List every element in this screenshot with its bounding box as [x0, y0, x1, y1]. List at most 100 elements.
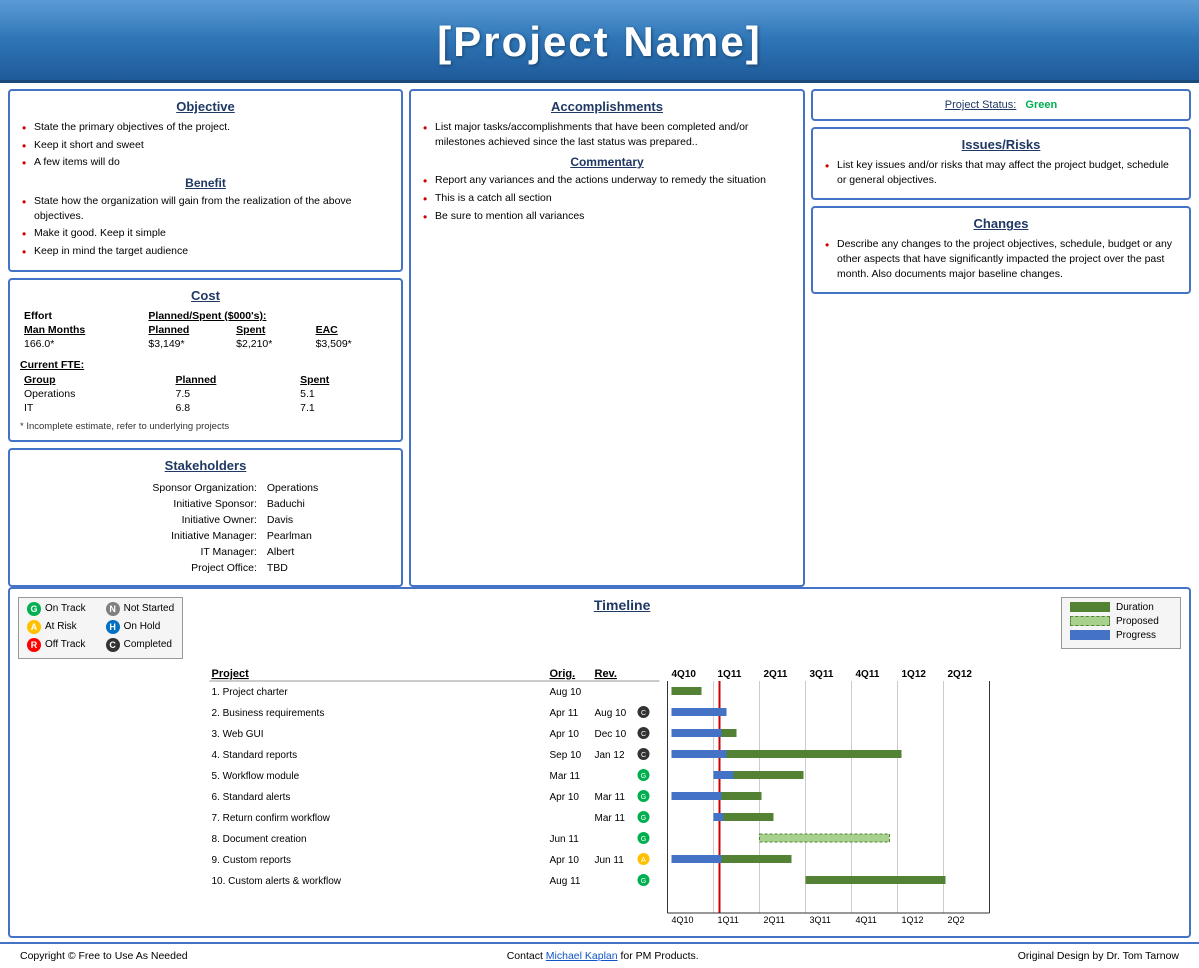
svg-text:9. Custom reports: 9. Custom reports: [212, 855, 291, 866]
footer-contact: Contact Michael Kaplan for PM Products.: [507, 950, 699, 962]
svg-text:2Q11: 2Q11: [764, 669, 788, 680]
svg-text:4. Standard reports: 4. Standard reports: [212, 750, 298, 761]
svg-text:2Q12: 2Q12: [948, 669, 973, 680]
benefit-item-1: State how the organization will gain fro…: [20, 194, 391, 223]
legend-at-risk-label: At Risk: [45, 621, 77, 632]
svg-text:Orig.: Orig.: [550, 668, 576, 680]
sh-value-4: Albert: [263, 545, 389, 559]
proposed-label: Proposed: [1116, 616, 1159, 627]
svg-text:C: C: [641, 731, 646, 738]
sh-label-4: IT Manager:: [22, 545, 261, 559]
svg-text:4Q11: 4Q11: [856, 669, 880, 680]
objective-item-3: A few items will do: [20, 155, 391, 170]
svg-text:C: C: [641, 710, 646, 717]
svg-text:6. Standard alerts: 6. Standard alerts: [212, 792, 291, 803]
svg-text:Mar 11: Mar 11: [595, 792, 626, 803]
page-title: [Project Name]: [0, 18, 1199, 66]
legend-not-started-circle: N: [106, 602, 120, 616]
cost-title: Cost: [20, 288, 391, 303]
svg-text:Apr 11: Apr 11: [550, 708, 579, 719]
page-footer: Copyright © Free to Use As Needed Contac…: [0, 942, 1199, 968]
svg-text:G: G: [641, 794, 646, 801]
cost-footnote: * Incomplete estimate, refer to underlyi…: [20, 421, 391, 432]
progress-label: Progress: [1116, 630, 1156, 641]
objective-list: State the primary objectives of the proj…: [20, 120, 391, 170]
legend-at-risk: A At Risk: [27, 620, 96, 634]
stakeholders-card: Stakeholders Sponsor Organization: Opera…: [8, 448, 403, 587]
left-column: Objective State the primary objectives o…: [8, 89, 403, 587]
svg-text:4Q10: 4Q10: [672, 915, 694, 925]
svg-text:7. Return confirm workflow: 7. Return confirm workflow: [212, 813, 331, 824]
legend-progress-row: Progress: [1070, 630, 1172, 641]
commentary-item-2: This is a catch all section: [421, 191, 793, 206]
fte-row1-planned: 7.5: [172, 387, 297, 401]
timeline-title: Timeline: [183, 597, 1061, 613]
benefit-item-3: Keep in mind the target audience: [20, 244, 391, 259]
footer-design-credit: Original Design by Dr. Tom Tarnow: [1018, 950, 1179, 962]
svg-text:2. Business requirements: 2. Business requirements: [212, 708, 325, 719]
legend-off-track-circle: R: [27, 638, 41, 652]
page-header: [Project Name]: [0, 0, 1199, 83]
row-eac: $3,509*: [312, 337, 391, 351]
gantt-svg: Project Orig. Rev. 4Q10 1Q11 2Q11 3Q11 4…: [18, 665, 1181, 925]
stakeholders-title: Stakeholders: [20, 458, 391, 473]
svg-text:C: C: [641, 752, 646, 759]
accomplishments-commentary-card: Accomplishments List major tasks/accompl…: [409, 89, 805, 587]
legend-at-risk-circle: A: [27, 620, 41, 634]
legend-off-track-label: Off Track: [45, 639, 85, 650]
timeline-header: G On Track N Not Started A At Risk H On …: [18, 597, 1181, 659]
timeline-legend-left: G On Track N Not Started A At Risk H On …: [18, 597, 183, 659]
fte-col-group: Group: [20, 373, 172, 387]
timeline-legend-right: Duration Proposed Progress: [1061, 597, 1181, 649]
commentary-list: Report any variances and the actions und…: [421, 173, 793, 223]
svg-text:G: G: [641, 878, 646, 885]
sh-label-2: Initiative Owner:: [22, 513, 261, 527]
legend-completed: C Completed: [106, 638, 175, 652]
svg-text:Rev.: Rev.: [595, 668, 617, 680]
svg-text:3. Web GUI: 3. Web GUI: [212, 729, 264, 740]
legend-off-track: R Off Track: [27, 638, 96, 652]
legend-on-hold-circle: H: [106, 620, 120, 634]
benefit-list: State how the organization will gain fro…: [20, 194, 391, 259]
project-status-label: Project Status:: [945, 99, 1017, 111]
issues-risks-card: Issues/Risks List key issues and/or risk…: [811, 127, 1191, 200]
legend-on-track-circle: G: [27, 602, 41, 616]
sh-value-2: Davis: [263, 513, 389, 527]
table-row: Project Office: TBD: [22, 561, 389, 575]
svg-text:Aug 10: Aug 10: [550, 687, 582, 698]
sh-label-0: Sponsor Organization:: [22, 481, 261, 495]
svg-text:1Q12: 1Q12: [902, 915, 924, 925]
legend-on-hold: H On Hold: [106, 620, 175, 634]
fte-row2-planned: 6.8: [172, 401, 297, 415]
svg-text:4Q10: 4Q10: [672, 669, 697, 680]
table-row: Initiative Owner: Davis: [22, 513, 389, 527]
svg-text:1. Project charter: 1. Project charter: [212, 687, 289, 698]
svg-text:Jun 11: Jun 11: [550, 834, 580, 845]
svg-text:Aug 10: Aug 10: [595, 708, 627, 719]
footer-contact-suffix: for PM Products.: [618, 950, 699, 962]
cost-card: Cost Effort Planned/Spent ($000's): Man …: [8, 278, 403, 442]
svg-text:3Q11: 3Q11: [810, 669, 834, 680]
commentary-item-3: Be sure to mention all variances: [421, 209, 793, 224]
svg-text:Mar 11: Mar 11: [595, 813, 626, 824]
footer-contact-link[interactable]: Michael Kaplan: [546, 950, 618, 962]
sh-value-1: Baduchi: [263, 497, 389, 511]
legend-on-track: G On Track: [27, 602, 96, 616]
col-eac: EAC: [312, 323, 391, 337]
objective-title: Objective: [20, 99, 391, 114]
fte-row1-spent: 5.1: [296, 387, 391, 401]
progress-bar-icon: [1070, 630, 1110, 640]
legend-duration-row: Duration: [1070, 602, 1172, 613]
changes-item-1: Describe any changes to the project obje…: [823, 237, 1179, 281]
accomplishments-item-1: List major tasks/accomplishments that ha…: [421, 120, 793, 149]
changes-title: Changes: [823, 216, 1179, 231]
benefit-item-2: Make it good. Keep it simple: [20, 226, 391, 241]
svg-text:Mar 11: Mar 11: [550, 771, 581, 782]
table-row: Initiative Sponsor: Baduchi: [22, 497, 389, 511]
sh-label-3: Initiative Manager:: [22, 529, 261, 543]
effort-label: Effort: [20, 309, 144, 323]
svg-text:2Q11: 2Q11: [764, 915, 785, 925]
svg-text:Aug 11: Aug 11: [550, 876, 581, 887]
right-column: Project Status: Green Issues/Risks List …: [811, 89, 1191, 587]
project-status-card: Project Status: Green: [811, 89, 1191, 121]
